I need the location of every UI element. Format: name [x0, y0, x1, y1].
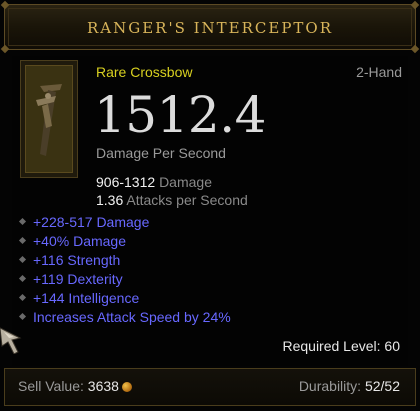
tooltip-header: RANGER'S INTERCEPTOR	[0, 0, 420, 54]
item-name: RANGER'S INTERCEPTOR	[86, 19, 334, 37]
item-type: Rare Crossbow	[96, 64, 193, 80]
corner-ornament	[410, 44, 420, 54]
dps-value: 1512.4	[94, 86, 266, 144]
damage-label: Damage	[159, 174, 212, 190]
required-level: Required Level: 60	[282, 338, 400, 354]
item-icon-frame	[20, 60, 78, 178]
attacks-per-second: 1.36	[96, 192, 124, 208]
durability: Durability: 52/52	[298, 378, 400, 394]
item-slot: 2-Hand	[356, 64, 402, 80]
attacks-per-second-label: Attacks per Second	[126, 192, 248, 208]
sell-value: Sell Value: 3638	[18, 378, 132, 394]
corner-ornament	[0, 44, 10, 54]
dps-label: Damage Per Second	[96, 145, 226, 161]
corner-ornament	[0, 0, 10, 10]
crossbow-icon	[36, 84, 62, 156]
damage-line: 906-1312 Damage	[96, 174, 212, 190]
item-tooltip: RANGER'S INTERCEPTOR Rare Crossbow 2-Han…	[0, 0, 420, 411]
item-icon-slot	[25, 65, 73, 173]
gauntlet-cursor-icon	[0, 324, 26, 359]
attack-speed-line: 1.36 Attacks per Second	[96, 192, 248, 208]
gold-coin-icon	[121, 382, 132, 392]
corner-ornament	[410, 0, 420, 10]
damage-range: 906-1312	[96, 174, 156, 190]
